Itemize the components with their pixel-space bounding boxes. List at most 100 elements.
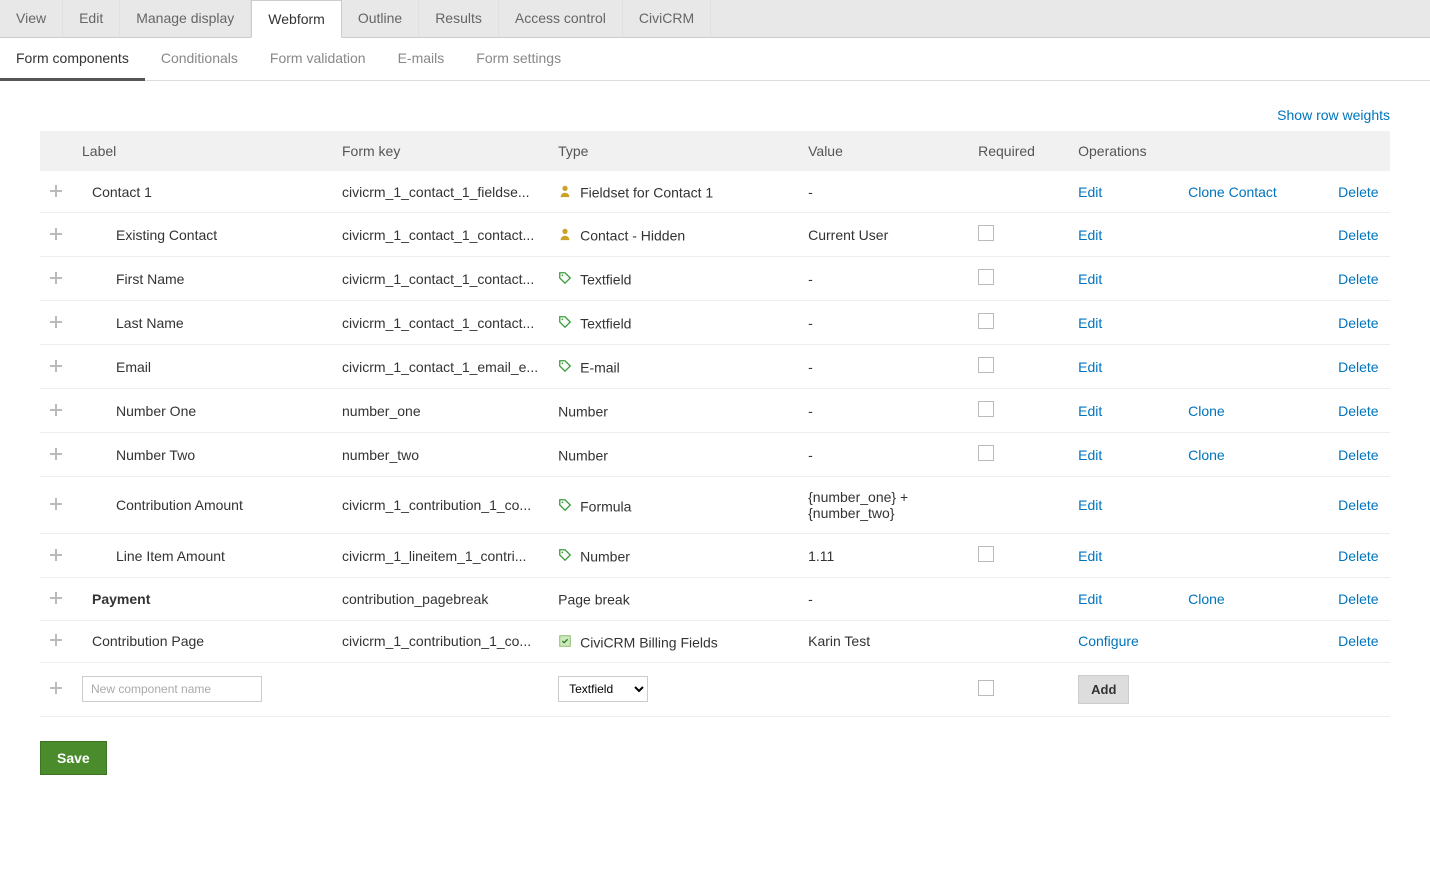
secondary-tabs: Form componentsConditionalsForm validati… bbox=[0, 38, 1430, 81]
drag-handle[interactable] bbox=[40, 433, 72, 477]
secondary-tab-form-validation[interactable]: Form validation bbox=[254, 38, 382, 80]
edit-link[interactable]: Edit bbox=[1078, 359, 1102, 375]
required-checkbox[interactable] bbox=[978, 225, 994, 241]
tag-icon bbox=[558, 315, 574, 331]
drag-handle[interactable] bbox=[40, 213, 72, 257]
drag-handle[interactable] bbox=[40, 477, 72, 534]
edit-link[interactable]: Edit bbox=[1078, 591, 1102, 607]
component-type: Number bbox=[548, 534, 798, 578]
form-key: civicrm_1_contact_1_fieldse... bbox=[332, 171, 548, 213]
secondary-tab-form-settings[interactable]: Form settings bbox=[460, 38, 577, 80]
delete-link[interactable]: Delete bbox=[1338, 447, 1378, 463]
primary-tab-civicrm[interactable]: CiviCRM bbox=[623, 0, 711, 37]
component-type: Number bbox=[548, 433, 798, 477]
drag-handle[interactable] bbox=[40, 257, 72, 301]
primary-tab-view[interactable]: View bbox=[0, 0, 63, 37]
component-type: E-mail bbox=[548, 345, 798, 389]
component-value: - bbox=[798, 345, 968, 389]
new-component-name-input[interactable] bbox=[82, 676, 262, 702]
required-checkbox[interactable] bbox=[978, 546, 994, 562]
th-formkey: Form key bbox=[332, 131, 548, 171]
drag-handle[interactable] bbox=[40, 534, 72, 578]
clone-link[interactable]: Clone bbox=[1188, 591, 1225, 607]
new-component-type-select[interactable]: Textfield bbox=[558, 676, 648, 702]
component-label: Last Name bbox=[82, 315, 184, 331]
primary-tab-results[interactable]: Results bbox=[419, 0, 499, 37]
component-value: Current User bbox=[798, 213, 968, 257]
required-checkbox[interactable] bbox=[978, 445, 994, 461]
person-icon bbox=[558, 227, 574, 243]
component-label: Email bbox=[82, 359, 151, 375]
drag-handle[interactable] bbox=[40, 620, 72, 662]
edit-link[interactable]: Edit bbox=[1078, 403, 1102, 419]
move-icon bbox=[50, 185, 62, 197]
delete-link[interactable]: Delete bbox=[1338, 315, 1378, 331]
move-icon bbox=[50, 682, 62, 694]
save-button[interactable]: Save bbox=[40, 741, 107, 775]
table-row: Last Namecivicrm_1_contact_1_contact...T… bbox=[40, 301, 1390, 345]
primary-tab-outline[interactable]: Outline bbox=[342, 0, 419, 37]
component-value: {number_one} + {number_two} bbox=[798, 477, 968, 534]
delete-link[interactable]: Delete bbox=[1338, 633, 1378, 649]
delete-link[interactable]: Delete bbox=[1338, 359, 1378, 375]
delete-link[interactable]: Delete bbox=[1338, 271, 1378, 287]
new-component-row: Textfield Add bbox=[40, 662, 1390, 716]
secondary-tab-e-mails[interactable]: E-mails bbox=[382, 38, 461, 80]
th-operations: Operations bbox=[1068, 131, 1390, 171]
component-label: Number Two bbox=[82, 447, 195, 463]
component-type: Contact - Hidden bbox=[548, 213, 798, 257]
edit-link[interactable]: Edit bbox=[1078, 227, 1102, 243]
table-row: Existing Contactcivicrm_1_contact_1_cont… bbox=[40, 213, 1390, 257]
clone-link[interactable]: Clone bbox=[1188, 403, 1225, 419]
component-label: Existing Contact bbox=[82, 227, 217, 243]
table-row: Number Onenumber_oneNumber-EditCloneDele… bbox=[40, 389, 1390, 433]
required-checkbox[interactable] bbox=[978, 269, 994, 285]
edit-link[interactable]: Edit bbox=[1078, 184, 1102, 200]
form-key: civicrm_1_contribution_1_co... bbox=[332, 620, 548, 662]
component-type: Formula bbox=[548, 477, 798, 534]
move-icon bbox=[50, 592, 62, 604]
edit-link[interactable]: Edit bbox=[1078, 271, 1102, 287]
table-row: Contribution Pagecivicrm_1_contribution_… bbox=[40, 620, 1390, 662]
component-value: - bbox=[798, 301, 968, 345]
drag-handle[interactable] bbox=[40, 662, 72, 716]
drag-handle[interactable] bbox=[40, 171, 72, 213]
form-key: civicrm_1_contact_1_contact... bbox=[332, 257, 548, 301]
primary-tab-webform[interactable]: Webform bbox=[251, 0, 342, 38]
delete-link[interactable]: Delete bbox=[1338, 591, 1378, 607]
primary-tab-manage-display[interactable]: Manage display bbox=[120, 0, 251, 37]
component-type: Textfield bbox=[548, 301, 798, 345]
required-checkbox[interactable] bbox=[978, 680, 994, 696]
drag-handle[interactable] bbox=[40, 578, 72, 620]
add-button[interactable]: Add bbox=[1078, 675, 1129, 704]
drag-handle[interactable] bbox=[40, 301, 72, 345]
component-value: Karin Test bbox=[798, 620, 968, 662]
delete-link[interactable]: Delete bbox=[1338, 403, 1378, 419]
drag-handle[interactable] bbox=[40, 345, 72, 389]
clone_contact-link[interactable]: Clone Contact bbox=[1188, 184, 1277, 200]
table-row: Contribution Amountcivicrm_1_contributio… bbox=[40, 477, 1390, 534]
drag-handle[interactable] bbox=[40, 389, 72, 433]
configure-link[interactable]: Configure bbox=[1078, 633, 1139, 649]
edit-link[interactable]: Edit bbox=[1078, 497, 1102, 513]
show-row-weights-link[interactable]: Show row weights bbox=[1277, 107, 1390, 123]
form-key: contribution_pagebreak bbox=[332, 578, 548, 620]
edit-link[interactable]: Edit bbox=[1078, 315, 1102, 331]
edit-link[interactable]: Edit bbox=[1078, 447, 1102, 463]
clone-link[interactable]: Clone bbox=[1188, 447, 1225, 463]
required-checkbox[interactable] bbox=[978, 401, 994, 417]
delete-link[interactable]: Delete bbox=[1338, 184, 1378, 200]
move-icon bbox=[50, 634, 62, 646]
delete-link[interactable]: Delete bbox=[1338, 227, 1378, 243]
primary-tab-access-control[interactable]: Access control bbox=[499, 0, 623, 37]
table-row: Line Item Amountcivicrm_1_lineitem_1_con… bbox=[40, 534, 1390, 578]
edit-link[interactable]: Edit bbox=[1078, 548, 1102, 564]
delete-link[interactable]: Delete bbox=[1338, 497, 1378, 513]
required-checkbox[interactable] bbox=[978, 313, 994, 329]
secondary-tab-form-components[interactable]: Form components bbox=[0, 38, 145, 81]
form-key: civicrm_1_lineitem_1_contri... bbox=[332, 534, 548, 578]
delete-link[interactable]: Delete bbox=[1338, 548, 1378, 564]
primary-tab-edit[interactable]: Edit bbox=[63, 0, 120, 37]
required-checkbox[interactable] bbox=[978, 357, 994, 373]
secondary-tab-conditionals[interactable]: Conditionals bbox=[145, 38, 254, 80]
